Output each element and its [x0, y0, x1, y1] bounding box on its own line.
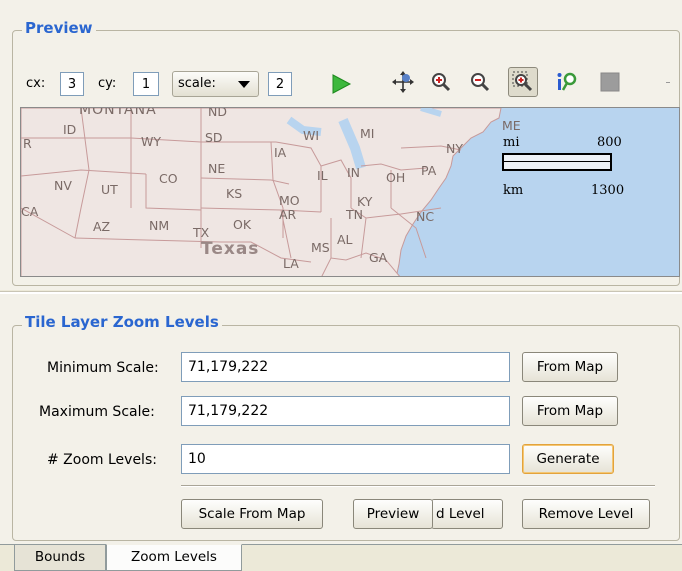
- tab-bounds[interactable]: Bounds: [14, 545, 106, 571]
- map-label-ok: OK: [233, 217, 252, 232]
- preview-panel: Preview cx: 3 cy: 1 scale: 2 MONTANA ND …: [0, 0, 682, 290]
- map-label-ut: UT: [101, 182, 118, 197]
- map-label-texas: Texas: [201, 239, 260, 259]
- map-label-il: IL: [317, 168, 328, 183]
- min-scale-label: Minimum Scale:: [47, 360, 159, 376]
- scalebar-bottom-unit: km: [503, 183, 524, 198]
- map-label-az: AZ: [93, 219, 111, 234]
- map-label-la: LA: [283, 256, 299, 271]
- generate-button[interactable]: Generate: [522, 444, 614, 474]
- zoom-count-label: # Zoom Levels:: [47, 452, 157, 468]
- pan-icon: [392, 71, 414, 93]
- map-label-ms: MS: [311, 240, 330, 255]
- zoom-box-button[interactable]: [508, 67, 538, 97]
- map-label-co: CO: [159, 171, 178, 186]
- tab-zoom-levels[interactable]: Zoom Levels: [106, 544, 242, 571]
- map-label-nd: ND: [208, 107, 227, 119]
- scalebar: [502, 153, 612, 171]
- zoom-in-icon: [432, 73, 451, 92]
- zoom-box-icon: [512, 71, 533, 92]
- play-icon: [332, 74, 352, 94]
- stop-icon: [600, 72, 620, 92]
- from-map-button-min[interactable]: From Map: [522, 352, 618, 382]
- map-label-mi: MI: [360, 126, 375, 141]
- map-label-oh: OH: [386, 170, 406, 185]
- map-label-id: ID: [63, 122, 77, 137]
- map-label-ia: IA: [274, 145, 287, 160]
- scale-select[interactable]: scale:: [172, 71, 259, 97]
- map-label-pa: PA: [421, 163, 437, 178]
- scalebar-top-value: 800: [597, 135, 622, 150]
- add-level-button[interactable]: d Level: [431, 499, 503, 529]
- button-row-separator: [181, 485, 655, 487]
- map-label-ks: KS: [226, 186, 243, 201]
- chevron-down-icon: [238, 81, 250, 88]
- zoom-out-button[interactable]: [466, 68, 494, 96]
- map-label-mo: MO: [279, 193, 300, 208]
- map-label-ga: GA: [369, 250, 388, 265]
- stop-button[interactable]: [596, 68, 624, 96]
- scalebar-bottom-value: 1300: [591, 183, 625, 198]
- map-label-tn: TN: [346, 207, 363, 222]
- map-label-ny: NY: [446, 141, 463, 156]
- cy-label: cy:: [98, 76, 117, 91]
- zoom-out-icon: [471, 73, 490, 92]
- preview-button[interactable]: Preview: [353, 499, 433, 529]
- zoom-levels-panel: Tile Layer Zoom Levels Minimum Scale: 71…: [0, 294, 682, 544]
- zoom-count-input[interactable]: 10: [181, 444, 510, 474]
- scale-from-map-button[interactable]: Scale From Map: [181, 499, 323, 529]
- map-label-ar: AR: [279, 207, 297, 222]
- map-label-nc: NC: [416, 209, 435, 224]
- max-scale-label: Maximum Scale:: [39, 404, 155, 420]
- us-map-graphic: [21, 108, 502, 276]
- map-label-me: ME: [502, 118, 521, 133]
- cy-field[interactable]: 1: [133, 72, 159, 96]
- preview-map[interactable]: MONTANA ND R ID WY SD WI MI ME NY IA NE …: [20, 107, 680, 277]
- map-label-wy: WY: [141, 134, 161, 149]
- cx-label: cx:: [26, 76, 46, 91]
- map-label-ne: NE: [208, 161, 226, 176]
- map-label-ca: CA: [21, 204, 39, 219]
- remove-level-button[interactable]: Remove Level: [522, 499, 650, 529]
- toolbar-separator: [666, 82, 670, 83]
- map-label-nm: NM: [149, 218, 170, 233]
- map-label-wi: WI: [303, 128, 320, 143]
- scale-select-label: scale:: [178, 76, 216, 91]
- map-label-r: R: [23, 136, 32, 151]
- cx-field[interactable]: 3: [60, 72, 84, 96]
- max-scale-input[interactable]: 71,179,222: [181, 396, 510, 426]
- scalebar-top-unit: mi: [503, 135, 520, 150]
- map-label-in: IN: [347, 165, 361, 180]
- map-label-tx: TX: [193, 225, 210, 240]
- zoom-in-button[interactable]: [427, 68, 455, 96]
- identify-icon: [557, 72, 577, 91]
- preview-legend: Preview: [22, 19, 96, 37]
- map-label-al: AL: [337, 232, 353, 247]
- map-label-nv: NV: [54, 178, 72, 193]
- from-map-button-max[interactable]: From Map: [522, 396, 618, 426]
- identify-button[interactable]: [553, 68, 581, 96]
- min-scale-input[interactable]: 71,179,222: [181, 352, 510, 382]
- play-button[interactable]: [327, 70, 355, 98]
- zoom-levels-legend: Tile Layer Zoom Levels: [22, 313, 222, 331]
- scale-field[interactable]: 2: [268, 72, 292, 96]
- map-label-montana: MONTANA: [79, 107, 157, 118]
- map-label-sd: SD: [205, 130, 223, 145]
- pan-button[interactable]: [389, 68, 417, 96]
